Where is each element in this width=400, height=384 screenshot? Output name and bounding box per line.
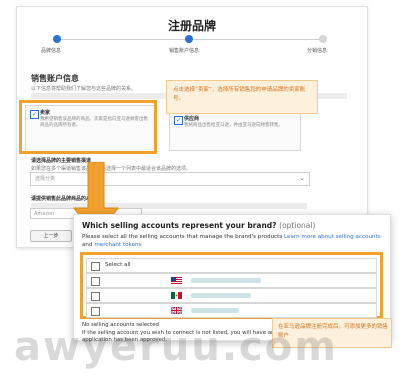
dialog-title-text: Which selling accounts represent your br… (82, 221, 277, 230)
blurred-account-name (191, 308, 239, 313)
step-label-1: 品牌信息 (41, 48, 62, 54)
select-all-row[interactable]: Select all (86, 258, 377, 273)
us-flag-icon (171, 277, 182, 284)
step-label-2: 销售账户信息 (169, 48, 200, 54)
seller-highlight-frame (19, 100, 157, 154)
account-row[interactable] (86, 273, 377, 288)
account-checkbox[interactable] (91, 277, 100, 286)
blurred-account-name (191, 278, 261, 283)
step-dot-3 (319, 35, 327, 43)
account-checkbox[interactable] (91, 307, 100, 316)
chevron-down-icon: ⌄ (299, 174, 305, 182)
section-hint: 以下信息将帮助我们了解您与这些品牌的关系。 (31, 86, 137, 92)
option-vendor-label: 供应商 (184, 116, 200, 122)
page-title: 注册品牌 (167, 19, 216, 33)
account-row[interactable] (86, 288, 377, 303)
account-row[interactable] (86, 303, 377, 318)
select-all-checkbox[interactable] (91, 262, 100, 271)
checkbox-icon[interactable]: ✓ (174, 116, 183, 125)
dialog-title-optional: (optional) (279, 221, 316, 230)
select-all-label: Select all (105, 262, 131, 268)
merchant-tokens-link[interactable]: merchant tokens (94, 242, 141, 248)
select-placeholder: 选择分类 (35, 176, 56, 182)
learn-more-link[interactable]: Learn more about selling accounts (284, 234, 381, 240)
dialog-title: Which selling accounts represent your br… (82, 221, 315, 230)
dialog-description: Please select all the selling accounts t… (82, 233, 384, 249)
progress-bar (53, 35, 327, 43)
callout-top: 点击选择“卖家”，选择所有销售您的申请品牌的卖家账号。 (166, 80, 318, 114)
callout-top-text: 点击选择“卖家”，选择所有销售您的申请品牌的卖家账号。 (173, 87, 306, 102)
selling-accounts-list: Select all (80, 252, 383, 319)
step-dot-1 (53, 35, 61, 43)
dialog-description-text: Please select all the selling accounts t… (82, 234, 283, 240)
step-label-3: 分销信息 (307, 48, 328, 54)
watermark: awyeruu.com (14, 324, 338, 370)
option-vendor[interactable]: ✓ 供应商 我将商品出售给亚马逊，并由亚马逊向顾客转售。 (169, 111, 301, 151)
step-dot-2 (185, 35, 193, 43)
and-text: and (82, 242, 93, 248)
mx-flag-icon (171, 292, 182, 299)
section-title: 销售账户信息 (31, 74, 79, 83)
previous-button[interactable]: 上一步 (30, 230, 72, 242)
account-checkbox[interactable] (91, 292, 100, 301)
option-vendor-text: 我将商品出售给亚马逊，并由亚马逊向顾客转售。 (184, 123, 283, 128)
blurred-account-name (191, 293, 251, 298)
uk-flag-icon (171, 307, 182, 314)
